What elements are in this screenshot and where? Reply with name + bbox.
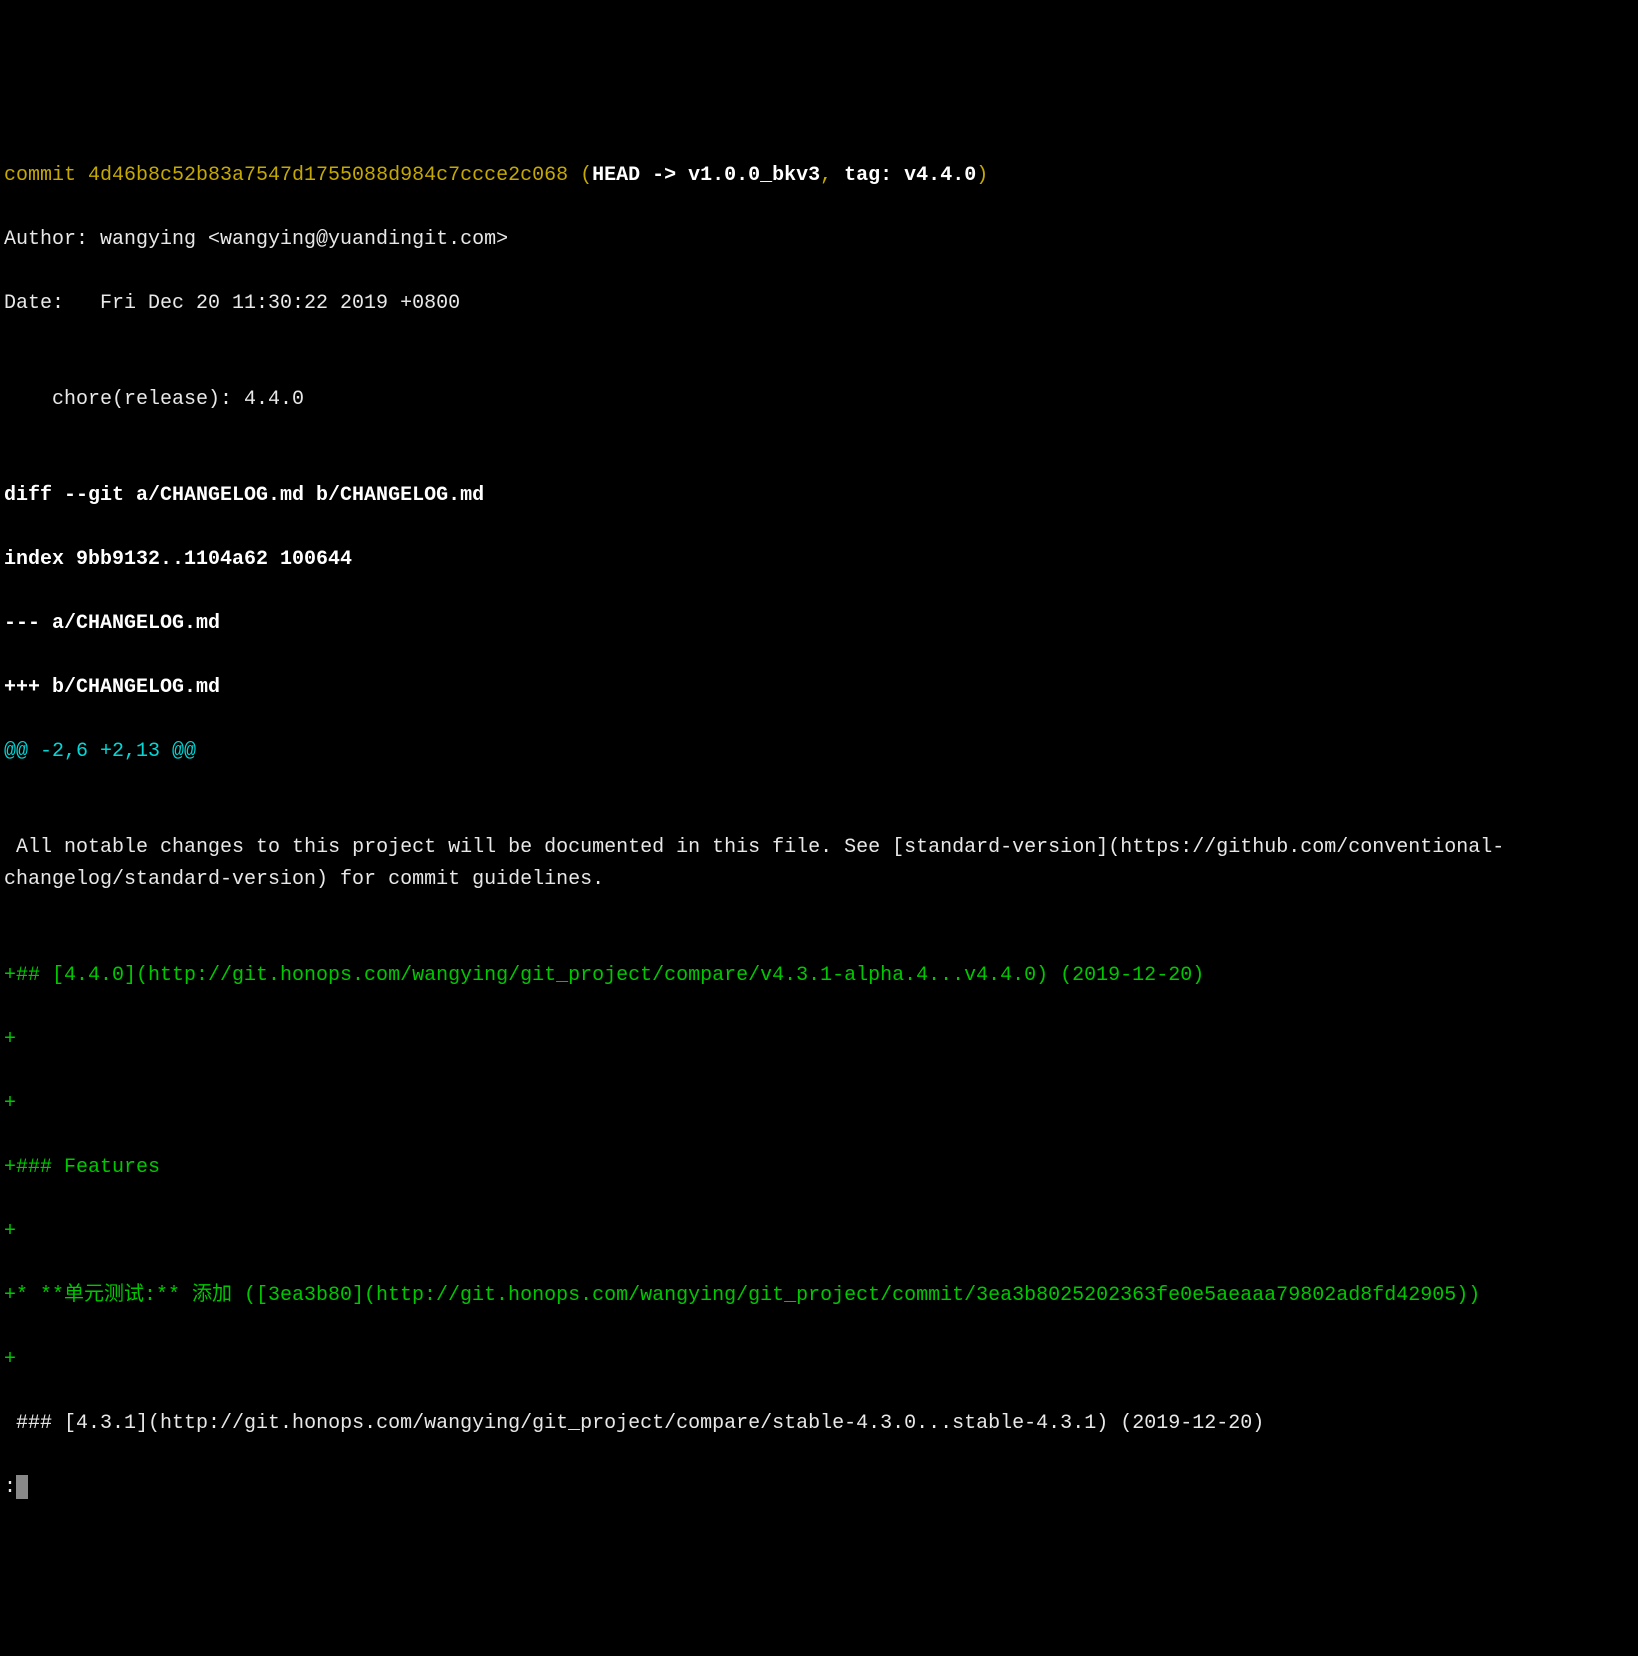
terminal-output[interactable]: commit 4d46b8c52b83a7547d1755088d984c7cc… — [0, 128, 1638, 1536]
context-line: All notable changes to this project will… — [4, 832, 1634, 896]
cursor-icon — [16, 1475, 28, 1499]
paren-close: ) — [976, 164, 988, 187]
author-line: Author: wangying <wangying@yuandingit.co… — [4, 224, 1634, 256]
added-line: +## [4.4.0](http://git.honops.com/wangyi… — [4, 960, 1634, 992]
added-line: + — [4, 1024, 1634, 1056]
paren-open: ( — [568, 164, 592, 187]
comma: , — [820, 164, 844, 187]
date-line: Date: Fri Dec 20 11:30:22 2019 +0800 — [4, 288, 1634, 320]
pager-prompt[interactable]: : — [4, 1472, 1634, 1504]
tag-label: tag: v4.4.0 — [844, 164, 976, 187]
commit-message: chore(release): 4.4.0 — [4, 384, 1634, 416]
diff-line: diff --git a/CHANGELOG.md b/CHANGELOG.md — [4, 480, 1634, 512]
minus-file-line: --- a/CHANGELOG.md — [4, 608, 1634, 640]
added-line: + — [4, 1344, 1634, 1376]
branch-name: v1.0.0_bkv3 — [688, 164, 820, 187]
added-line: + — [4, 1088, 1634, 1120]
commit-label: commit — [4, 164, 88, 187]
added-line: +### Features — [4, 1152, 1634, 1184]
commit-hash: 4d46b8c52b83a7547d1755088d984c7ccce2c068 — [88, 164, 568, 187]
added-line: +* **单元测试:** 添加 ([3ea3b80](http://git.ho… — [4, 1280, 1634, 1312]
index-line: index 9bb9132..1104a62 100644 — [4, 544, 1634, 576]
plus-file-line: +++ b/CHANGELOG.md — [4, 672, 1634, 704]
commit-line: commit 4d46b8c52b83a7547d1755088d984c7cc… — [4, 160, 1634, 192]
head-label: HEAD -> — [592, 164, 688, 187]
added-line: + — [4, 1216, 1634, 1248]
context-line: ### [4.3.1](http://git.honops.com/wangyi… — [4, 1408, 1634, 1440]
hunk-header: @@ -2,6 +2,13 @@ — [4, 736, 1634, 768]
